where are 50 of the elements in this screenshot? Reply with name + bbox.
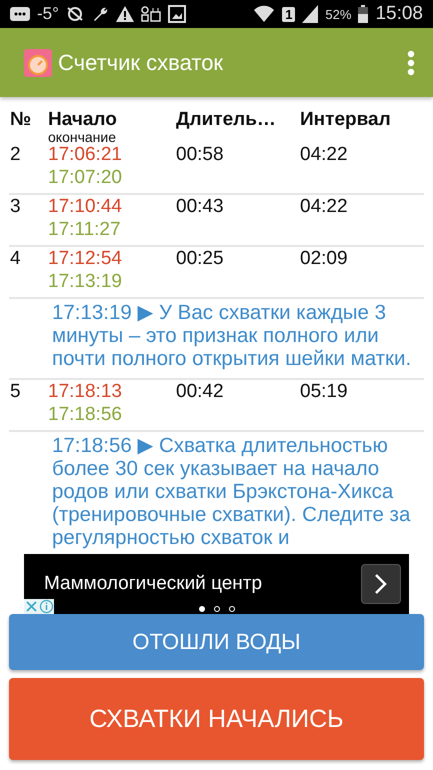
start-time: 17:06:21 — [48, 143, 123, 166]
column-header: Длитель… — [176, 109, 277, 132]
start-time: 17:10:44 — [48, 195, 123, 218]
end-time: 17:07:20 — [48, 166, 123, 189]
end-time: 17:11:27 — [48, 218, 122, 241]
column-header: № — [10, 109, 32, 132]
sim-badge: 1 — [282, 6, 296, 22]
close-icon[interactable] — [24, 599, 39, 614]
table-cell-text: 04:22 — [300, 143, 349, 167]
end-time: 17:18:56 — [48, 403, 123, 426]
more-icon — [407, 50, 415, 76]
action-button[interactable]: СХВАТКИ НАЧАЛИСЬ — [9, 678, 424, 760]
temperature: -5° — [37, 4, 59, 24]
table-cell-text: 2 — [10, 143, 22, 167]
clock: 15:08 — [375, 3, 423, 25]
app-title: Счетчик схваток — [58, 50, 224, 76]
start-time: 17:18:13 — [48, 380, 123, 403]
table-cell-text: 00:25 — [176, 247, 225, 271]
stopwatch-icon — [24, 48, 52, 76]
column-header: Начало — [48, 109, 118, 131]
advice-message: 17:13:19 ▶ У Вас схватки каждые 3 минуты – это признак полного или почти полного открытия шейки матки. — [52, 301, 412, 370]
table-cell-text: 00:58 — [176, 143, 225, 167]
sync-off-icon — [66, 6, 84, 22]
battery-percent: 52% — [325, 6, 352, 22]
table-cell-text: 05:19 — [300, 380, 349, 404]
wifi-icon — [253, 4, 276, 24]
table-cell-text: 00:43 — [176, 195, 225, 219]
start-time: 17:12:54 — [48, 247, 123, 270]
table-cell-text: 5 — [10, 380, 22, 404]
ad-next-button[interactable] — [361, 564, 401, 604]
table-cell-text: 4 — [10, 247, 22, 271]
people-icon — [140, 6, 161, 22]
chevron-right-icon — [374, 573, 388, 595]
warning-icon — [116, 6, 134, 22]
message-icon — [10, 7, 30, 21]
info-icon[interactable] — [39, 599, 54, 614]
ad-text: Маммологический центр — [44, 573, 264, 595]
table-cell-text: 3 — [10, 195, 22, 219]
column-subheader: окончание — [48, 131, 118, 143]
battery-icon — [358, 5, 368, 23]
image-icon — [168, 5, 186, 23]
table-cell-text: 02:09 — [300, 247, 349, 271]
action-button[interactable]: ОТОШЛИ ВОДЫ — [9, 614, 424, 670]
ad-banner[interactable]: Маммологический центр — [24, 554, 409, 614]
end-time: 17:13:19 — [48, 270, 123, 293]
signal-icon — [302, 5, 318, 23]
column-header: Интервал — [300, 109, 392, 132]
table-cell-text: 04:22 — [300, 195, 349, 219]
advice-message: 17:18:56 ▶ Схватка длительностью более 30 сек указывает на начало родов или схватки Брэкстона-Хикса (тренировочные схватки). Следите за регулярностью схваток и — [52, 434, 412, 549]
table-cell-text: 00:42 — [176, 380, 225, 404]
